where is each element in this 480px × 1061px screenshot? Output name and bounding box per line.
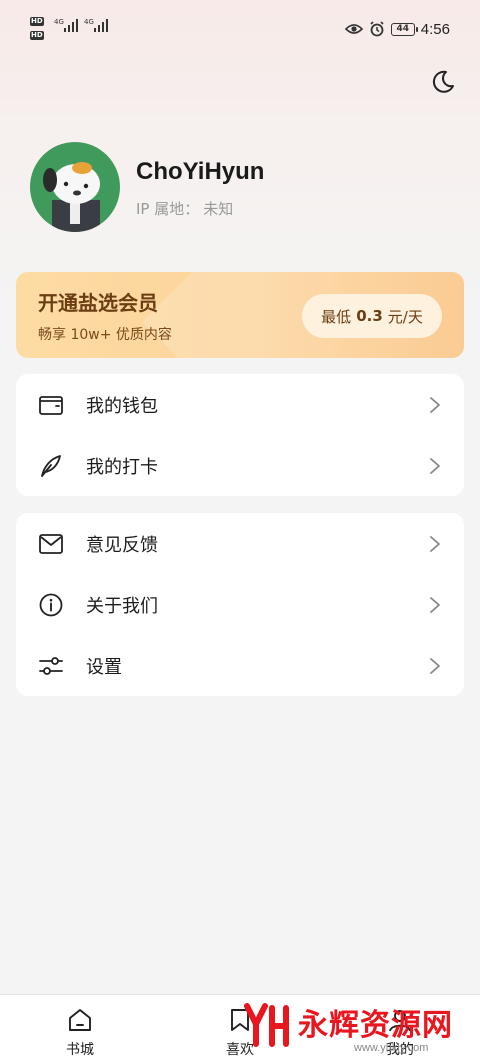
username: ChoYiHyun [136, 158, 265, 185]
menu-item-label: 意见反馈 [86, 534, 158, 556]
vip-price-value: 0.3 [356, 307, 383, 325]
menu-item-label: 我的钱包 [86, 395, 158, 417]
watermark: 永辉资源网 www.yhkjy.com [244, 998, 464, 1058]
menu-card-general: 意见反馈 关于我们 设置 [16, 513, 464, 696]
hd-badge: HD [30, 31, 44, 40]
wallet-icon [39, 395, 63, 415]
signal-indicators: HD HD 4G 4G [30, 15, 112, 43]
watermark-logo [244, 1003, 289, 1047]
menu-item-wallet[interactable]: 我的钱包 [16, 374, 464, 435]
battery-icon: 44 [390, 22, 418, 36]
vip-price-unit: 元/天 [387, 307, 423, 326]
chevron-right-icon [430, 396, 440, 413]
chevron-right-icon [430, 535, 440, 552]
ip-location: IP 属地： 未知 [136, 198, 233, 219]
ip-location-label: IP 属地： [136, 200, 200, 218]
vip-title: 开通盐选会员 [38, 291, 158, 315]
chevron-right-icon [430, 596, 440, 613]
network-type: 4G [84, 18, 94, 26]
avatar[interactable] [30, 142, 120, 232]
sliders-icon [39, 656, 63, 675]
avatar-image [30, 142, 120, 232]
status-bar: HD HD 4G 4G 44 4:56 [0, 0, 480, 56]
signal-bars-icon [94, 19, 108, 32]
clock: 4:56 [420, 20, 450, 38]
menu-card-account: 我的钱包 我的打卡 [16, 374, 464, 496]
status-right: 44 4:56 [344, 18, 450, 40]
menu-item-label: 关于我们 [86, 595, 158, 617]
menu-item-about[interactable]: 关于我们 [16, 574, 464, 635]
eye-icon [344, 24, 363, 34]
tab-bookstore[interactable]: 书城 [40, 995, 120, 1061]
menu-item-settings[interactable]: 设置 [16, 635, 464, 696]
alarm-icon [370, 21, 384, 37]
vip-membership-card[interactable]: 开通盐选会员 畅享 10w+ 优质内容 最低 0.3 元/天 [16, 272, 464, 358]
watermark-text: 永辉资源网 [298, 1008, 453, 1043]
menu-item-checkin[interactable]: 我的打卡 [16, 435, 464, 496]
vip-price-prefix: 最低 [321, 307, 352, 326]
mail-icon [39, 533, 63, 554]
menu-item-label: 我的打卡 [86, 456, 158, 478]
vip-price-button[interactable]: 最低 0.3 元/天 [302, 294, 442, 338]
chevron-right-icon [430, 457, 440, 474]
home-icon [69, 1009, 91, 1031]
vip-subtitle: 畅享 10w+ 优质内容 [38, 327, 172, 343]
menu-item-label: 设置 [86, 656, 122, 678]
info-icon [39, 593, 63, 616]
chevron-right-icon [430, 657, 440, 674]
hd-badge: HD [30, 17, 44, 26]
moon-icon[interactable] [429, 68, 457, 96]
menu-item-feedback[interactable]: 意见反馈 [16, 513, 464, 574]
network-type: 4G [54, 18, 64, 26]
ip-location-value: 未知 [203, 200, 234, 218]
watermark-url: www.yhkjy.com [354, 1042, 429, 1054]
signal-bars-icon [64, 19, 78, 32]
feather-icon [41, 454, 61, 477]
tab-label: 书城 [66, 1042, 94, 1058]
